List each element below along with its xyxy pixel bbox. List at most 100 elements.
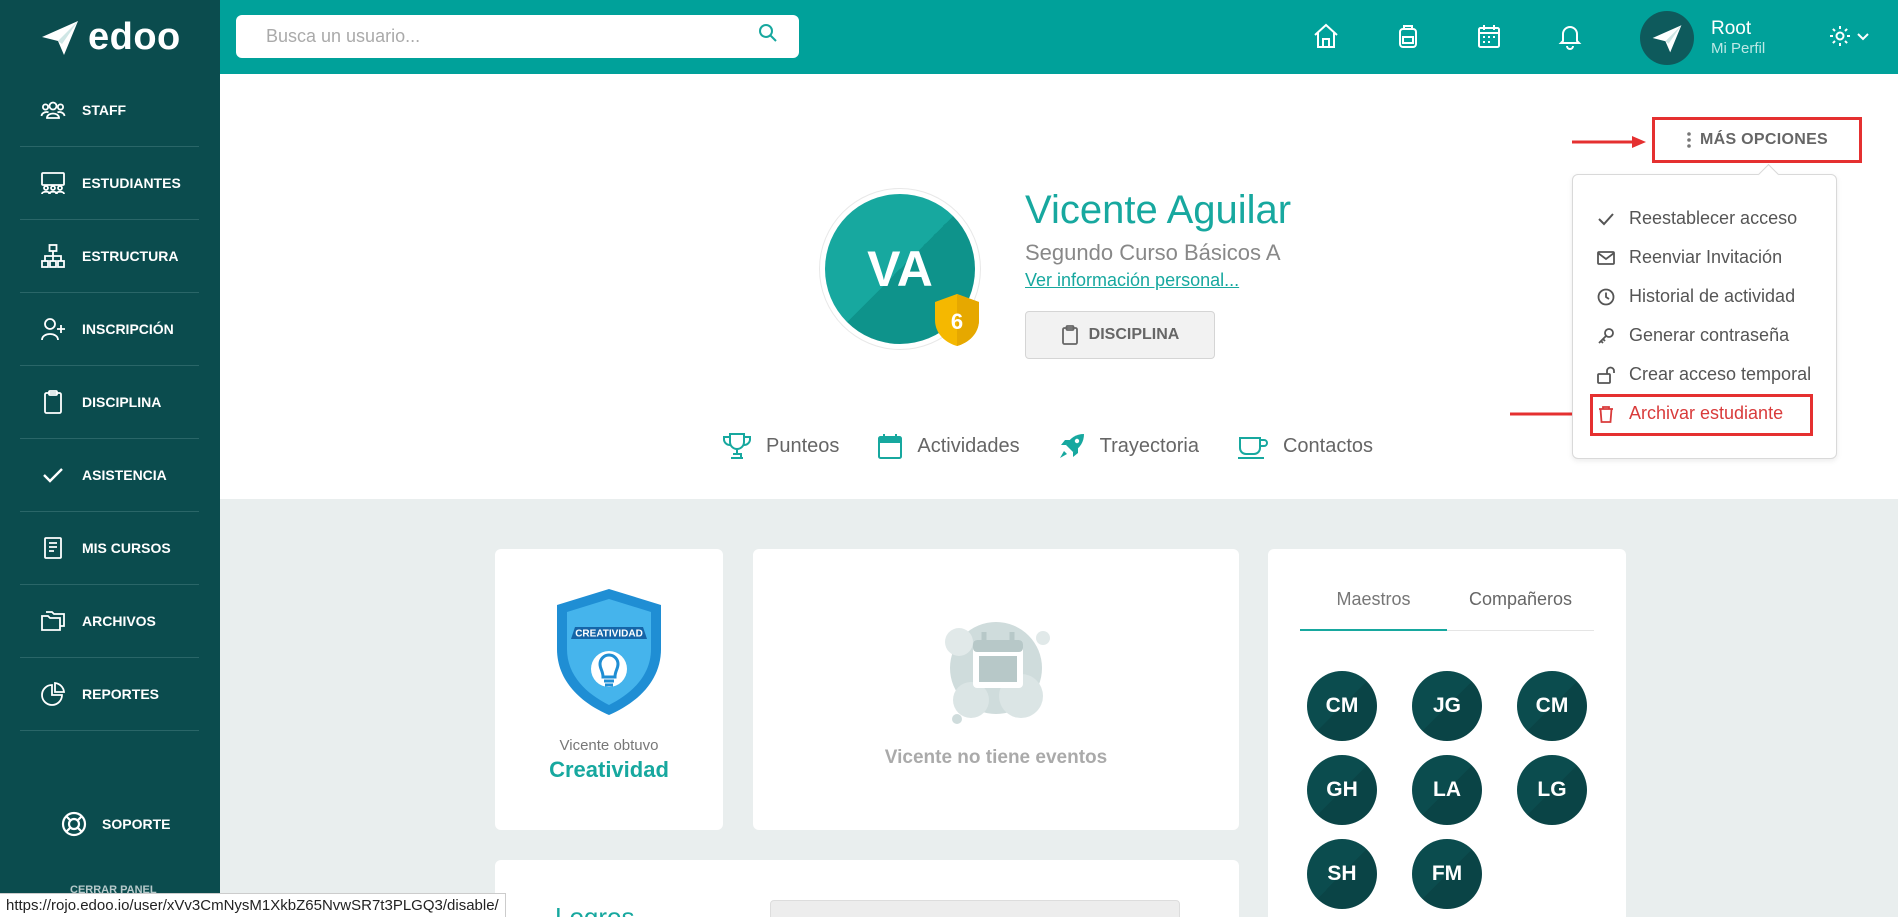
sidebar-item-estructura[interactable]: ESTRUCTURA: [20, 220, 199, 293]
events-empty-text: Vicente no tiene eventos: [884, 747, 1108, 768]
clipboard-icon: [1061, 325, 1078, 345]
support-link[interactable]: SOPORTE: [60, 810, 170, 838]
sidebar-item-label: ESTRUCTURA: [82, 248, 179, 264]
menu-item-reestablecer-acceso[interactable]: Reestablecer acceso: [1597, 208, 1797, 229]
search-icon[interactable]: [758, 23, 778, 43]
student-name: Vicente Aguilar: [1025, 188, 1292, 232]
chevron-down-icon: [1857, 33, 1869, 41]
calendar-icon[interactable]: [1473, 20, 1505, 52]
trophy-icon: [723, 433, 751, 459]
sidebar-item-label: STAFF: [82, 102, 127, 118]
book-icon: [44, 537, 62, 559]
users-icon: [40, 101, 66, 119]
sidebar-item-reportes[interactable]: REPORTES: [20, 658, 199, 731]
peer-avatar[interactable]: CM: [1517, 671, 1587, 741]
sidebar-item-inscripcion[interactable]: INSCRIPCIÓN: [20, 293, 199, 366]
logo[interactable]: edoo: [40, 14, 181, 60]
peer-avatar[interactable]: LA: [1412, 755, 1482, 825]
sidebar-item-label: DISCIPLINA: [82, 394, 162, 410]
check-icon: [43, 468, 63, 483]
peer-avatar[interactable]: FM: [1412, 839, 1482, 909]
peer-initials: GH: [1326, 778, 1358, 801]
achievement-name: Creatividad: [549, 757, 669, 782]
paper-plane-icon: [42, 21, 78, 55]
check-icon: [1598, 212, 1614, 225]
avatar[interactable]: [1640, 11, 1694, 65]
menu-item-historial-actividad[interactable]: Historial de actividad: [1597, 286, 1795, 307]
paper-plane-icon: [1652, 25, 1682, 53]
sidebar: edoo STAFF ESTUDIANTES ESTRUCTURA INSCRI…: [0, 0, 220, 917]
peer-avatar[interactable]: GH: [1307, 755, 1377, 825]
tab-label: Punteos: [766, 434, 840, 457]
clock-icon: [1597, 288, 1615, 305]
menu-item-label: Reestablecer acceso: [1629, 208, 1798, 228]
status-bar-url: https://rojo.edoo.io/user/xVv3CmNysM1Xkb…: [0, 893, 506, 917]
annotation-arrow: [1572, 136, 1646, 148]
achievement-card[interactable]: CREATIVIDAD Vicente obtuvo Creatividad: [495, 549, 723, 830]
sidebar-item-mis-cursos[interactable]: MIS CURSOS: [20, 512, 199, 585]
search-input[interactable]: [236, 15, 799, 58]
menu-item-crear-acceso-temporal[interactable]: Crear acceso temporal: [1597, 364, 1811, 385]
rocket-icon: [1059, 434, 1084, 458]
more-options-label: MÁS OPCIONES: [1699, 131, 1829, 148]
logo-text: edoo: [88, 15, 181, 58]
calendar-icon: [878, 434, 903, 459]
sidebar-item-archivos[interactable]: ARCHIVOS: [20, 585, 199, 658]
peer-avatar[interactable]: CM: [1307, 671, 1377, 741]
empty-calendar-illustration: [945, 622, 1050, 724]
tab-label: Actividades: [917, 434, 1020, 457]
topbar: Root Mi Perfil: [220, 0, 1898, 74]
personal-info-link[interactable]: Ver información personal...: [1025, 270, 1239, 291]
user-profile-link[interactable]: Mi Perfil: [1711, 40, 1765, 57]
sidebar-item-label: ASISTENCIA: [82, 467, 167, 483]
events-card: Vicente no tiene eventos: [753, 549, 1239, 830]
sidebar-item-label: REPORTES: [82, 686, 160, 702]
sidebar-item-staff[interactable]: STAFF: [20, 74, 199, 147]
student-course: Segundo Curso Básicos A: [1025, 240, 1281, 265]
tab-maestros[interactable]: Maestros: [1300, 589, 1447, 631]
user-name[interactable]: Root: [1711, 18, 1751, 40]
badge-count: 6: [950, 309, 964, 334]
peer-initials: CM: [1325, 694, 1359, 717]
tab-label: Trayectoria: [1099, 434, 1199, 457]
menu-item-label: Historial de actividad: [1629, 286, 1796, 306]
tab-actividades[interactable]: Actividades: [877, 432, 1020, 460]
more-options-button[interactable]: MÁS OPCIONES: [1652, 117, 1862, 163]
menu-item-label: Reenviar Invitación: [1629, 247, 1783, 267]
badge-ribbon-text: CREATIVIDAD: [575, 629, 643, 640]
sidebar-item-disciplina[interactable]: DISCIPLINA: [20, 366, 199, 439]
unlock-icon: [1597, 366, 1615, 384]
clipboard-icon: [44, 390, 62, 414]
home-icon[interactable]: [1310, 20, 1342, 52]
menu-item-generar-contrasena[interactable]: Generar contraseña: [1597, 325, 1789, 346]
settings-menu[interactable]: [1828, 24, 1870, 48]
tab-punteos[interactable]: Punteos: [722, 432, 839, 460]
tab-contactos[interactable]: Contactos: [1237, 432, 1373, 460]
peer-avatar[interactable]: SH: [1307, 839, 1377, 909]
profile-tabs: Punteos Actividades Trayectoria Contacto…: [722, 432, 1411, 460]
vertical-dots-icon: [1687, 132, 1691, 148]
backpack-icon[interactable]: [1392, 20, 1424, 52]
student-initials: VA: [867, 241, 933, 297]
sidebar-item-estudiantes[interactable]: ESTUDIANTES: [20, 147, 199, 220]
discipline-button[interactable]: DISCIPLINA: [1025, 311, 1215, 359]
menu-item-reenviar-invitacion[interactable]: Reenviar Invitación: [1597, 247, 1782, 268]
logros-title: Logros: [555, 902, 635, 917]
tab-trayectoria[interactable]: Trayectoria: [1058, 432, 1199, 460]
menu-item-label: Crear acceso temporal: [1629, 364, 1812, 384]
tab-companeros[interactable]: Compañeros: [1447, 589, 1594, 610]
sidebar-nav: STAFF ESTUDIANTES ESTRUCTURA INSCRIPCIÓN: [20, 74, 199, 731]
sidebar-item-asistencia[interactable]: ASISTENCIA: [20, 439, 199, 512]
logros-filter[interactable]: [770, 900, 1180, 917]
peer-avatar[interactable]: LG: [1517, 755, 1587, 825]
folders-icon: [41, 611, 65, 631]
peer-avatar[interactable]: JG: [1412, 671, 1482, 741]
support-label: SOPORTE: [102, 816, 171, 832]
peer-initials: LA: [1433, 778, 1461, 801]
achievement-caption: Vicente obtuvo: [559, 737, 659, 754]
gear-icon: [1830, 26, 1850, 46]
envelope-icon: [1597, 250, 1615, 265]
peer-tabs: Maestros Compañeros: [1300, 579, 1594, 631]
bell-icon[interactable]: [1554, 20, 1586, 52]
students-icon: [41, 172, 65, 195]
